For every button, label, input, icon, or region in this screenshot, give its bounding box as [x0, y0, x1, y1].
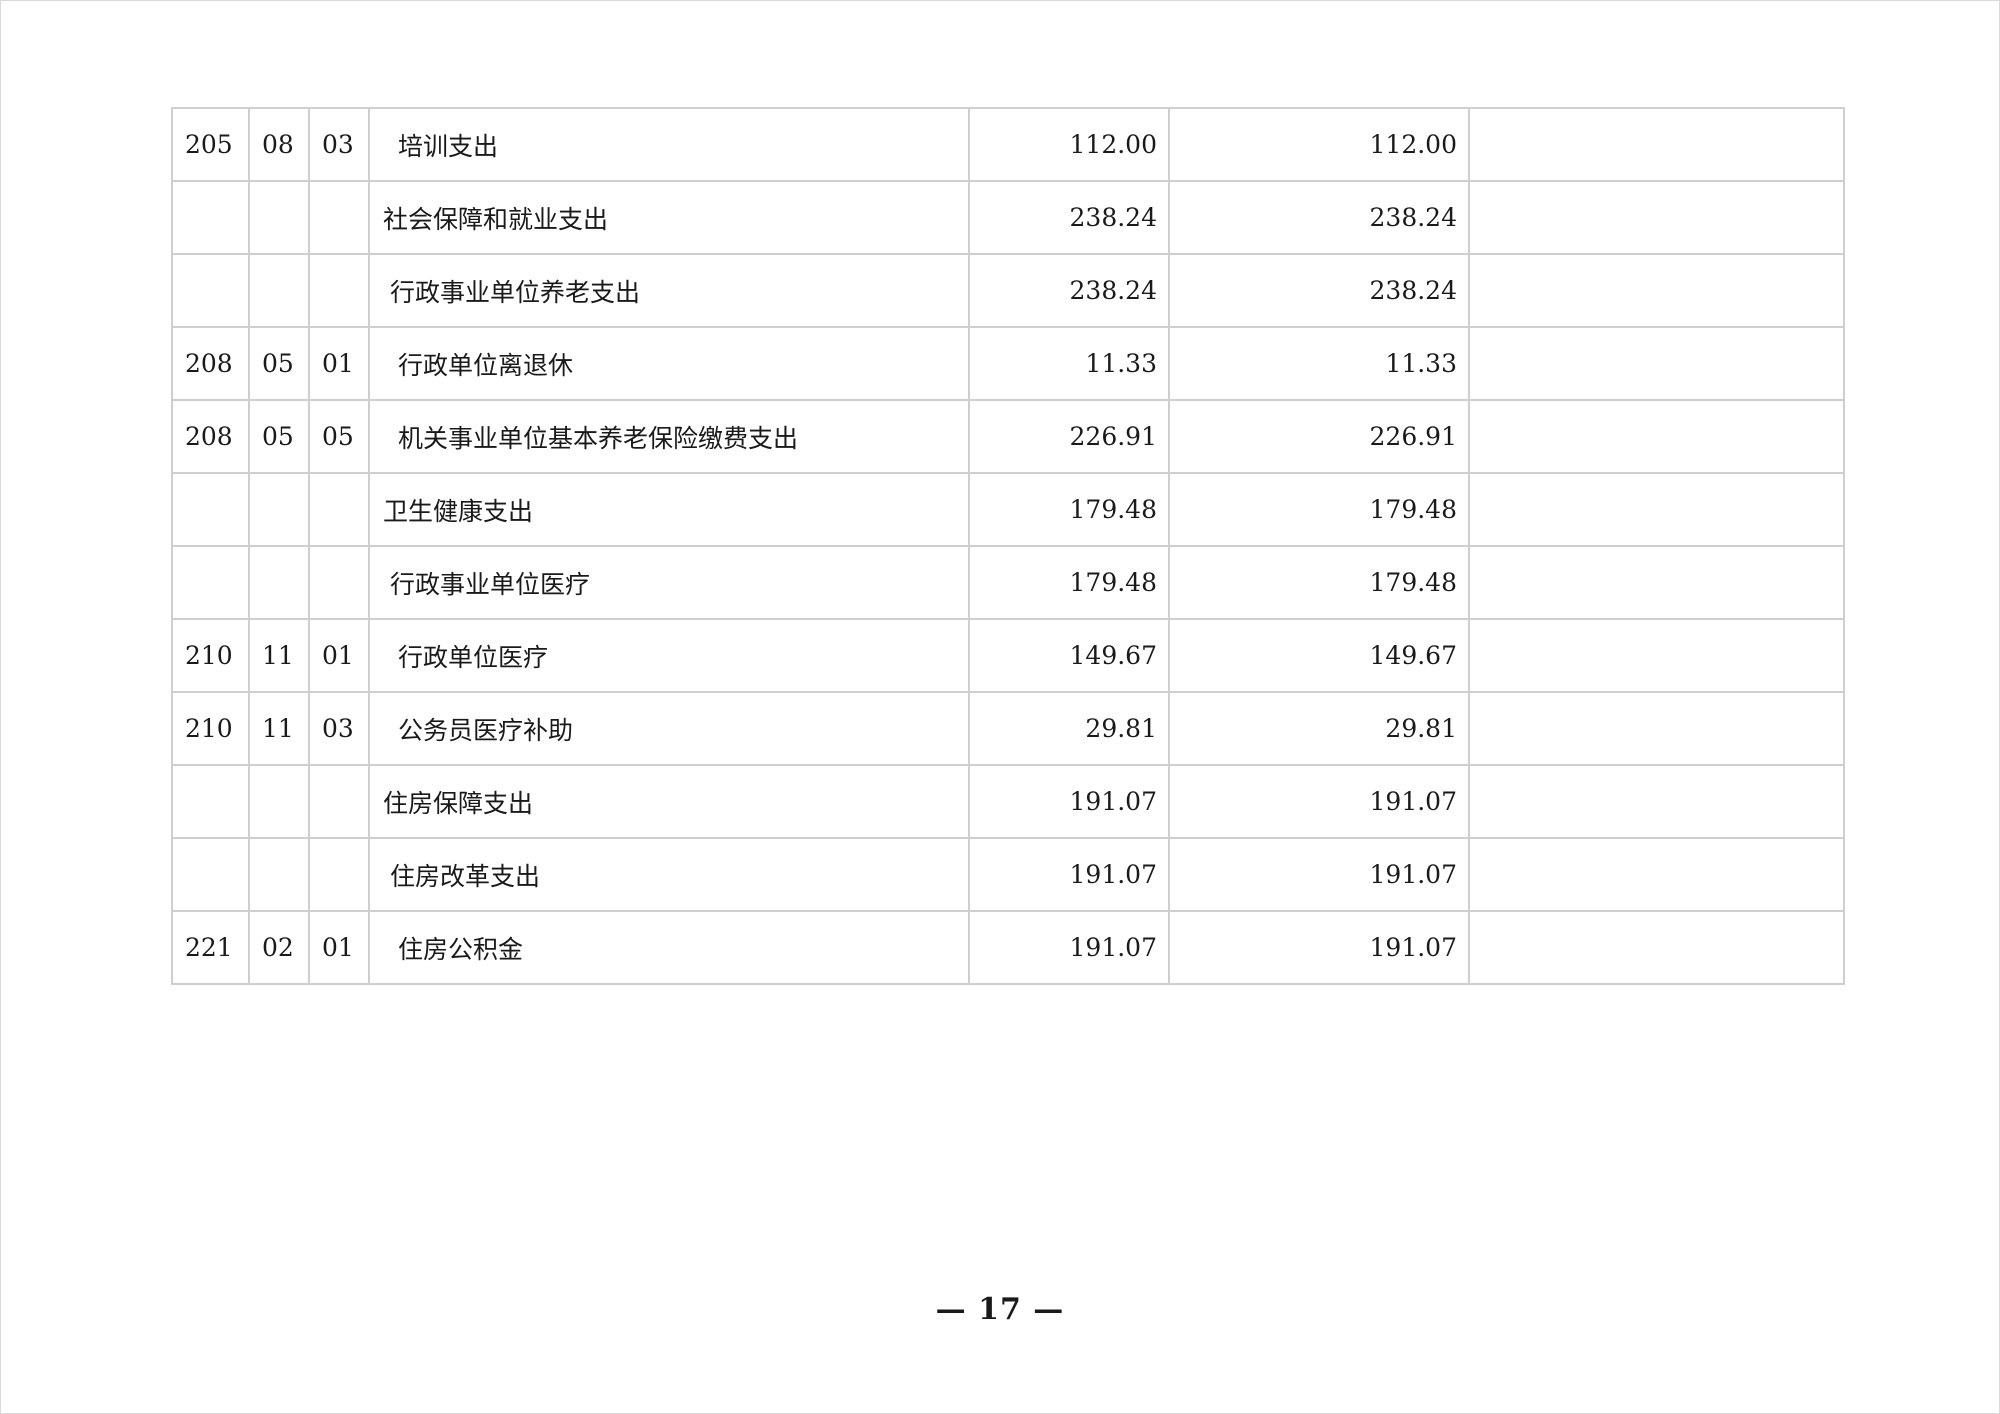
- item-code-cell: [248, 764, 310, 839]
- class-code-cell: 208: [171, 326, 250, 401]
- subitem-code-cell: 01: [308, 910, 370, 985]
- total-amount-cell: 179.48: [968, 545, 1170, 620]
- class-code-cell: [171, 545, 250, 620]
- table-row: 210 11 01 行政单位医疗 149.67 149.67: [171, 618, 1845, 693]
- project-expenditure-cell: [1468, 691, 1845, 766]
- total-amount-cell: 238.24: [968, 180, 1170, 255]
- subject-name-cell: 社会保障和就业支出: [368, 180, 970, 255]
- item-code-cell: 11: [248, 618, 310, 693]
- class-code-cell: [171, 837, 250, 912]
- project-expenditure-cell: [1468, 764, 1845, 839]
- subitem-code-cell: 01: [308, 326, 370, 401]
- subject-name-cell: 公务员医疗补助: [368, 691, 970, 766]
- table-row: 221 02 01 住房公积金 191.07 191.07: [171, 910, 1845, 985]
- basic-expenditure-cell: 238.24: [1168, 253, 1470, 328]
- item-code-cell: [248, 472, 310, 547]
- total-amount-cell: 226.91: [968, 399, 1170, 474]
- subitem-code-cell: [308, 472, 370, 547]
- subitem-code-cell: [308, 764, 370, 839]
- subject-name-cell: 机关事业单位基本养老保险缴费支出: [368, 399, 970, 474]
- subitem-code-cell: 03: [308, 691, 370, 766]
- basic-expenditure-cell: 112.00: [1168, 107, 1470, 182]
- project-expenditure-cell: [1468, 472, 1845, 547]
- basic-expenditure-cell: 226.91: [1168, 399, 1470, 474]
- project-expenditure-cell: [1468, 326, 1845, 401]
- budget-expenditure-table: 205 08 03 培训支出 112.00 112.00 社会保障和就业支出 2…: [171, 107, 1845, 985]
- subject-name-cell: 行政事业单位养老支出: [368, 253, 970, 328]
- project-expenditure-cell: [1468, 545, 1845, 620]
- project-expenditure-cell: [1468, 910, 1845, 985]
- total-amount-cell: 238.24: [968, 253, 1170, 328]
- basic-expenditure-cell: 179.48: [1168, 545, 1470, 620]
- basic-expenditure-cell: 149.67: [1168, 618, 1470, 693]
- subitem-code-cell: 03: [308, 107, 370, 182]
- subject-name-cell: 行政单位离退休: [368, 326, 970, 401]
- class-code-cell: 210: [171, 618, 250, 693]
- item-code-cell: [248, 253, 310, 328]
- subject-name-cell: 住房公积金: [368, 910, 970, 985]
- item-code-cell: [248, 837, 310, 912]
- item-code-cell: 02: [248, 910, 310, 985]
- item-code-cell: [248, 545, 310, 620]
- class-code-cell: [171, 253, 250, 328]
- table-row: 卫生健康支出 179.48 179.48: [171, 472, 1845, 547]
- subitem-code-cell: [308, 545, 370, 620]
- basic-expenditure-cell: 191.07: [1168, 837, 1470, 912]
- total-amount-cell: 191.07: [968, 764, 1170, 839]
- class-code-cell: [171, 180, 250, 255]
- subject-name-cell: 住房改革支出: [368, 837, 970, 912]
- class-code-cell: [171, 764, 250, 839]
- table-row: 社会保障和就业支出 238.24 238.24: [171, 180, 1845, 255]
- table-row: 205 08 03 培训支出 112.00 112.00: [171, 107, 1845, 182]
- project-expenditure-cell: [1468, 107, 1845, 182]
- item-code-cell: [248, 180, 310, 255]
- project-expenditure-cell: [1468, 618, 1845, 693]
- basic-expenditure-cell: 191.07: [1168, 910, 1470, 985]
- subject-name-cell: 培训支出: [368, 107, 970, 182]
- subitem-code-cell: [308, 253, 370, 328]
- subitem-code-cell: [308, 180, 370, 255]
- item-code-cell: 05: [248, 326, 310, 401]
- item-code-cell: 08: [248, 107, 310, 182]
- project-expenditure-cell: [1468, 180, 1845, 255]
- total-amount-cell: 179.48: [968, 472, 1170, 547]
- basic-expenditure-cell: 191.07: [1168, 764, 1470, 839]
- subject-name-cell: 住房保障支出: [368, 764, 970, 839]
- table-row: 住房保障支出 191.07 191.07: [171, 764, 1845, 839]
- class-code-cell: 208: [171, 399, 250, 474]
- total-amount-cell: 112.00: [968, 107, 1170, 182]
- total-amount-cell: 29.81: [968, 691, 1170, 766]
- page-number: — 17 —: [935, 1292, 1065, 1327]
- project-expenditure-cell: [1468, 253, 1845, 328]
- basic-expenditure-cell: 179.48: [1168, 472, 1470, 547]
- project-expenditure-cell: [1468, 837, 1845, 912]
- basic-expenditure-cell: 29.81: [1168, 691, 1470, 766]
- project-expenditure-cell: [1468, 399, 1845, 474]
- item-code-cell: 05: [248, 399, 310, 474]
- subject-name-cell: 卫生健康支出: [368, 472, 970, 547]
- class-code-cell: 210: [171, 691, 250, 766]
- table-row: 行政事业单位医疗 179.48 179.48: [171, 545, 1845, 620]
- table-row: 208 05 01 行政单位离退休 11.33 11.33: [171, 326, 1845, 401]
- subitem-code-cell: 05: [308, 399, 370, 474]
- total-amount-cell: 191.07: [968, 837, 1170, 912]
- class-code-cell: 221: [171, 910, 250, 985]
- basic-expenditure-cell: 11.33: [1168, 326, 1470, 401]
- total-amount-cell: 11.33: [968, 326, 1170, 401]
- class-code-cell: [171, 472, 250, 547]
- table-row: 行政事业单位养老支出 238.24 238.24: [171, 253, 1845, 328]
- table-row: 住房改革支出 191.07 191.07: [171, 837, 1845, 912]
- subject-name-cell: 行政事业单位医疗: [368, 545, 970, 620]
- subitem-code-cell: [308, 837, 370, 912]
- total-amount-cell: 149.67: [968, 618, 1170, 693]
- total-amount-cell: 191.07: [968, 910, 1170, 985]
- item-code-cell: 11: [248, 691, 310, 766]
- basic-expenditure-cell: 238.24: [1168, 180, 1470, 255]
- class-code-cell: 205: [171, 107, 250, 182]
- subitem-code-cell: 01: [308, 618, 370, 693]
- table-row: 208 05 05 机关事业单位基本养老保险缴费支出 226.91 226.91: [171, 399, 1845, 474]
- table-row: 210 11 03 公务员医疗补助 29.81 29.81: [171, 691, 1845, 766]
- subject-name-cell: 行政单位医疗: [368, 618, 970, 693]
